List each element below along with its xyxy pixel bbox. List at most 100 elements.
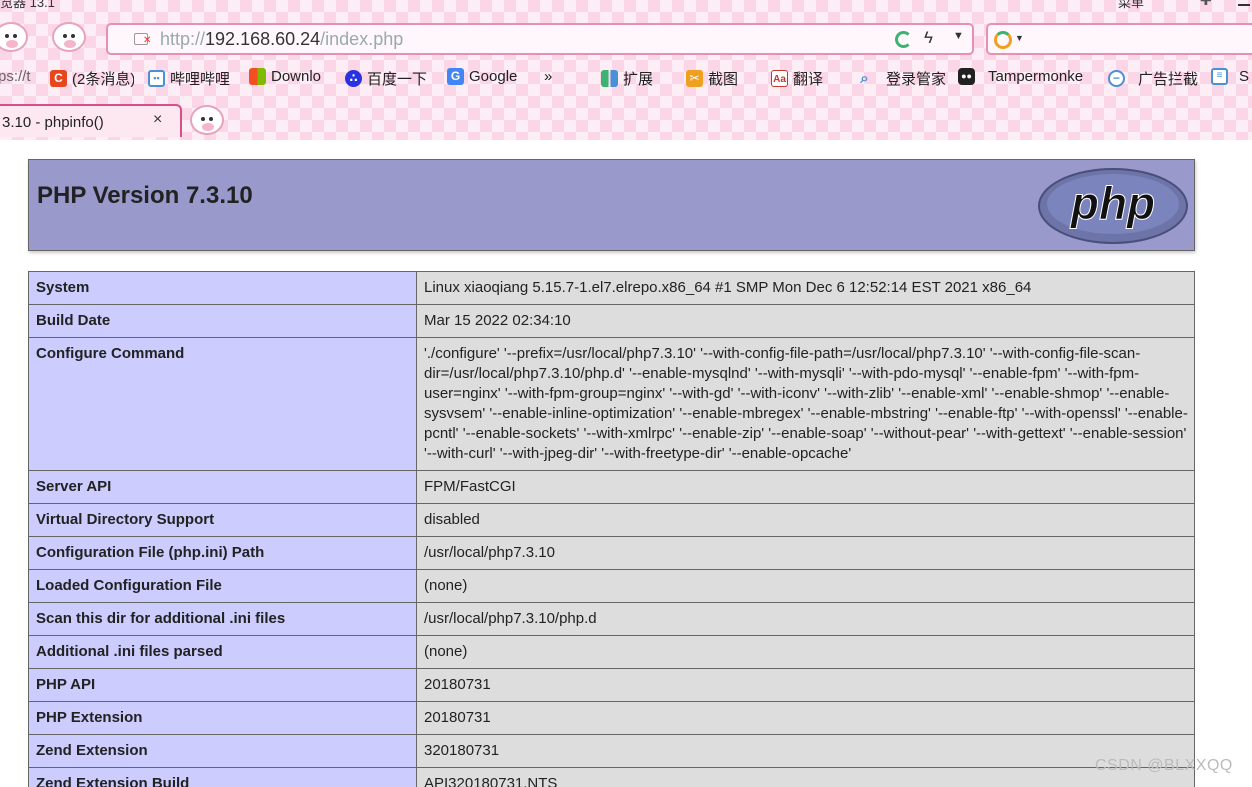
row-key: System [28, 271, 417, 305]
bolt-icon[interactable]: ϟ [924, 28, 933, 48]
notes-button[interactable]: ≡ S [1211, 68, 1249, 85]
table-row: Configuration File (php.ini) Path/usr/lo… [28, 536, 1195, 570]
url-text[interactable]: http://192.168.60.24/index.php [160, 29, 403, 50]
row-key: Scan this dir for additional .ini files [28, 602, 417, 636]
row-value: Mar 15 2022 02:34:10 [416, 304, 1195, 338]
tampermonkey-icon: ●● [958, 68, 975, 85]
row-key: Virtual Directory Support [28, 503, 417, 537]
row-value: FPM/FastCGI [416, 470, 1195, 504]
row-key: PHP Extension [28, 701, 417, 735]
chevron-down-icon[interactable]: ▼ [953, 30, 964, 42]
php-logo-icon: php [1038, 168, 1188, 244]
tampermonkey-button[interactable]: ●● Tampermonke [958, 68, 1083, 85]
row-key: Configuration File (php.ini) Path [28, 536, 417, 570]
php-logo-text: php [1069, 177, 1155, 229]
table-row: Zend Extension Build API320180731,NTS [28, 767, 1195, 787]
row-value: './configure' '--prefix=/usr/local/php7.… [416, 337, 1195, 471]
row-value: (none) [416, 569, 1195, 603]
ad-block-icon: − [1108, 70, 1125, 87]
google-translate-icon: G [447, 68, 464, 85]
bookmark-label: 哔哩哔哩 [170, 71, 231, 88]
pig-decoration-icon [52, 22, 86, 52]
row-key: Server API [28, 470, 417, 504]
extensions-grid-icon [601, 70, 618, 87]
bookmark-label: S [1239, 68, 1250, 85]
csdn-c-icon: C [50, 70, 67, 87]
screenshot-scissors-icon: ✂ [686, 70, 703, 87]
tab-title: 3.10 - phpinfo() [2, 114, 104, 131]
login-manager-magnifier-icon: ⌕ [860, 70, 869, 87]
bookmark-item[interactable]: C (2条消息) [50, 68, 134, 89]
tab-phpinfo[interactable]: 3.10 - phpinfo() × [0, 104, 182, 137]
more-bookmarks-button[interactable]: » [544, 68, 552, 85]
bookmark-item[interactable]: ps://t [0, 68, 36, 85]
screenshot-button[interactable]: ✂ 截图 [686, 68, 738, 89]
bookmark-label: Tampermonke [988, 68, 1084, 85]
table-row: PHP Extension 20180731 [28, 701, 1195, 735]
php-version-title: PHP Version 7.3.10 [37, 182, 253, 209]
bookmark-label: 登录管家 [886, 71, 947, 88]
row-value: 20180731 [416, 701, 1195, 735]
url-path: /index.php [320, 29, 404, 49]
row-key: Build Date [28, 304, 417, 338]
bookmark-label: 百度一下 [367, 71, 428, 88]
url-scheme: http:// [160, 29, 206, 49]
table-row: Configure Command './configure' '--prefix… [28, 337, 1195, 471]
phpinfo-table: System Linux xiaoqiang 5.15.7-1.el7.elrep… [28, 271, 1195, 787]
table-row: Additional .ini files parsed (none) [28, 635, 1195, 669]
bookmark-label: ps://t [0, 68, 31, 85]
row-value: /usr/local/php7.3.10 [416, 536, 1195, 570]
table-row: Zend Extension 320180731 [28, 734, 1195, 768]
table-row: PHP API 20180731 [28, 668, 1195, 702]
ad-block-button[interactable]: − 广告拦截 [1108, 68, 1198, 89]
bookmark-label: Google [469, 68, 518, 85]
table-row: Server API FPM/FastCGI [28, 470, 1195, 504]
address-bar[interactable]: ✕ http://192.168.60.24/index.php ϟ ▼ [106, 23, 974, 55]
notes-icon: ≡ [1211, 68, 1228, 85]
bilibili-tv-icon: ▪▪ [148, 70, 165, 87]
url-host: 192.168.60.24 [205, 29, 321, 49]
translate-button[interactable]: Aa 翻译 [771, 68, 823, 89]
row-key: Zend Extension [28, 734, 417, 768]
close-tab-icon[interactable]: × [153, 111, 162, 129]
search-box[interactable]: ▼ [986, 23, 1252, 55]
row-key: Configure Command [28, 337, 417, 471]
table-row: Loaded Configuration File (none) [28, 569, 1195, 603]
extensions-button[interactable]: 扩展 [601, 68, 653, 89]
search-engine-icon[interactable] [994, 31, 1012, 49]
browser-chrome: 览器 13.1 ✚ 菜单 ✕ http://192.168.60.24/inde… [0, 0, 1252, 140]
row-key: PHP API [28, 668, 417, 702]
bookmarks-bar: ps://t C (2条消息) ▪▪ 哔哩哔哩 Downlo ∴ 百度一下 G … [0, 64, 1252, 92]
row-value: disabled [416, 503, 1195, 537]
table-row: Virtual Directory Support disabled [28, 503, 1195, 537]
page-content: PHP Version 7.3.10 php System Linux xiaoq… [0, 140, 1252, 787]
menu-button[interactable]: 菜单 [1118, 0, 1144, 11]
bookmark-label: 截图 [708, 71, 739, 88]
pin-icon[interactable]: ✚ [1200, 0, 1212, 9]
bookmark-label: 翻译 [793, 71, 824, 88]
bookmark-item[interactable]: Downlo [249, 68, 331, 85]
translate-aa-icon: Aa [771, 70, 788, 87]
pig-decoration-icon [0, 22, 28, 52]
row-value: Linux xiaoqiang 5.15.7-1.el7.elrepo.x86_… [416, 271, 1195, 305]
more-chevron-icon: » [544, 68, 553, 85]
row-value: 320180731 [416, 734, 1195, 768]
refresh-icon[interactable] [895, 31, 912, 48]
windows-logo-icon [249, 68, 266, 85]
table-row: Scan this dir for additional .ini files /… [28, 602, 1195, 636]
bookmark-item[interactable]: ▪▪ 哔哩哔哩 [148, 68, 232, 89]
pig-new-tab-icon[interactable] [190, 105, 224, 135]
row-key: Loaded Configuration File [28, 569, 417, 603]
bookmark-label: 扩展 [623, 71, 654, 88]
chevron-down-icon[interactable]: ▼ [1015, 33, 1024, 43]
php-version-header: PHP Version 7.3.10 php [28, 159, 1195, 251]
minimize-button[interactable] [1238, 4, 1250, 6]
bookmark-label: Downlo [271, 68, 322, 85]
table-row: System Linux xiaoqiang 5.15.7-1.el7.elrep… [28, 271, 1195, 305]
row-key: Additional .ini files parsed [28, 635, 417, 669]
bookmark-item[interactable]: G Google [447, 68, 529, 85]
row-value: /usr/local/php7.3.10/php.d [416, 602, 1195, 636]
login-manager-button[interactable]: ⌕ 登录管家 [856, 68, 946, 89]
window-title: 览器 13.1 [0, 0, 55, 10]
bookmark-item[interactable]: ∴ 百度一下 [345, 68, 433, 89]
